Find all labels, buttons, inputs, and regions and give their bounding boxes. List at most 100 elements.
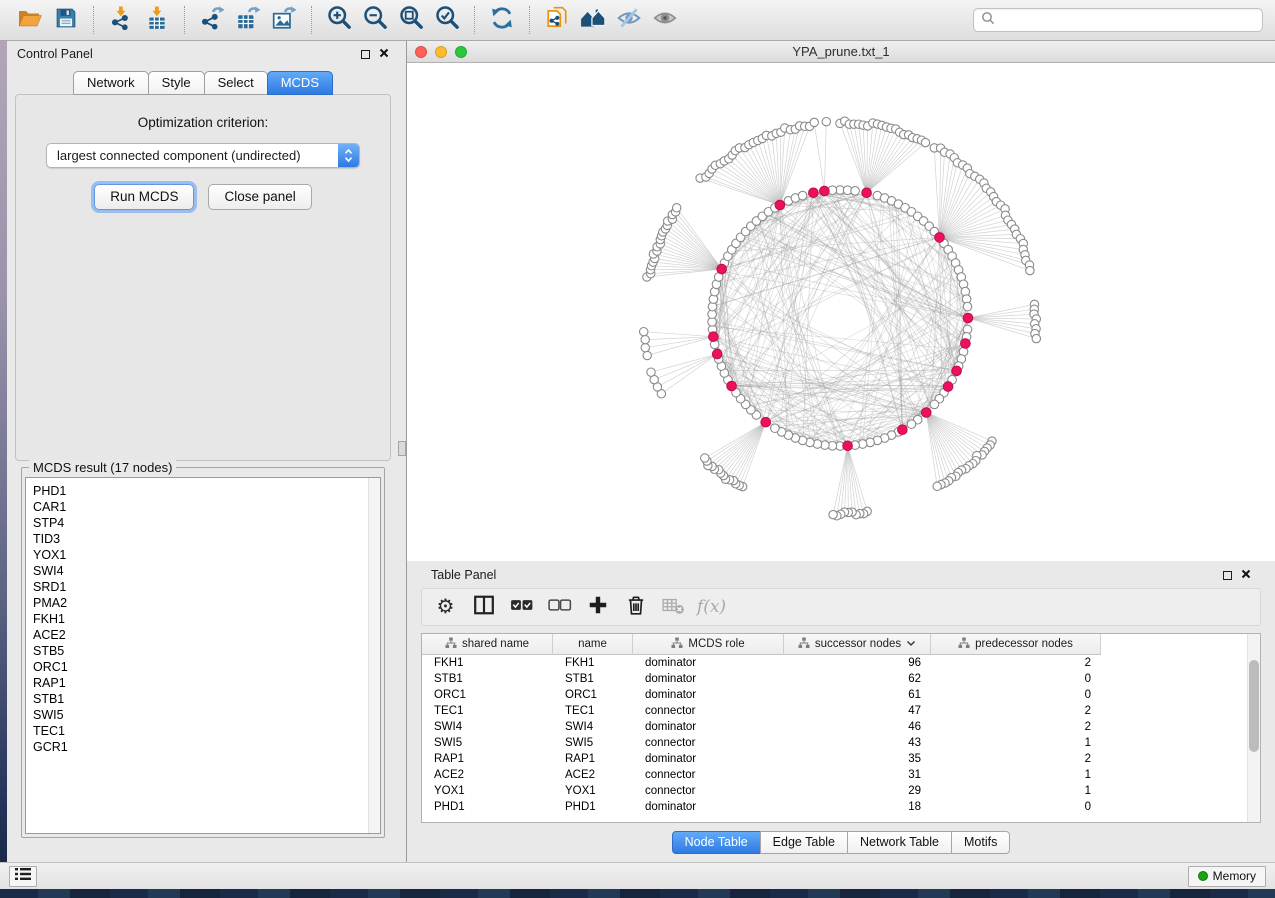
table-row[interactable]: PHD1PHD1dominator180: [422, 799, 1260, 815]
search-input[interactable]: [1000, 13, 1255, 27]
zoom-in-button[interactable]: [321, 3, 357, 37]
tab-style[interactable]: Style: [148, 71, 205, 95]
node-table[interactable]: shared namenameMCDS rolesuccessor nodesp…: [421, 633, 1261, 823]
float-panel-icon[interactable]: [361, 50, 370, 59]
new-network-from-selection-button[interactable]: [539, 3, 575, 37]
deselect-all-rows-button[interactable]: [543, 592, 576, 622]
graph-hub-node[interactable]: [961, 339, 971, 349]
table-settings-button[interactable]: ⚙: [429, 592, 462, 622]
show-all-button[interactable]: [647, 3, 683, 37]
mcds-result-node[interactable]: FKH1: [33, 611, 380, 627]
tab-motifs[interactable]: Motifs: [951, 831, 1010, 854]
graph-leaf-node[interactable]: [643, 351, 651, 359]
graph-hub-node[interactable]: [820, 186, 830, 196]
toggle-columns-button[interactable]: [467, 592, 500, 622]
mcds-result-node[interactable]: SRD1: [33, 579, 380, 595]
graph-node[interactable]: [930, 400, 939, 409]
tab-network-table[interactable]: Network Table: [847, 831, 952, 854]
search-box[interactable]: [973, 8, 1263, 32]
zoom-out-button[interactable]: [357, 3, 393, 37]
graph-leaf-node[interactable]: [921, 138, 929, 146]
column-header-predecessor-nodes[interactable]: predecessor nodes: [931, 634, 1101, 655]
mcds-result-node[interactable]: PMA2: [33, 595, 380, 611]
close-panel-button[interactable]: Close panel: [208, 184, 311, 210]
add-button[interactable]: [581, 592, 614, 622]
column-header-successor-nodes[interactable]: successor nodes: [784, 634, 931, 655]
graph-hub-node[interactable]: [943, 382, 953, 392]
graph-leaf-node[interactable]: [1032, 334, 1040, 342]
mcds-result-node[interactable]: CAR1: [33, 499, 380, 515]
graph-hub-node[interactable]: [922, 408, 932, 418]
first-neighbors-button[interactable]: [575, 3, 611, 37]
graph-hub-node[interactable]: [935, 233, 945, 243]
panel-divider-handle[interactable]: [398, 441, 406, 456]
mcds-result-node[interactable]: STP4: [33, 515, 380, 531]
column-header-shared-name[interactable]: shared name: [422, 634, 553, 655]
graph-hub-node[interactable]: [809, 188, 819, 198]
mac-close-icon[interactable]: [415, 46, 427, 58]
export-table-button[interactable]: [230, 3, 266, 37]
mcds-result-node[interactable]: STB1: [33, 691, 380, 707]
zoom-fit-content-button[interactable]: [393, 3, 429, 37]
mcds-result-scrollbar[interactable]: [368, 478, 380, 833]
table-row[interactable]: STB1STB1dominator620: [422, 671, 1260, 687]
network-graph[interactable]: [407, 63, 1275, 561]
save-session-button[interactable]: [48, 3, 84, 37]
graph-hub-node[interactable]: [709, 332, 719, 342]
graph-hub-node[interactable]: [717, 264, 727, 274]
graph-leaf-node[interactable]: [641, 335, 649, 343]
graph-leaf-node[interactable]: [933, 482, 941, 490]
tab-mcds[interactable]: MCDS: [267, 71, 333, 95]
graph-leaf-node[interactable]: [647, 368, 655, 376]
graph-hub-node[interactable]: [843, 441, 853, 451]
tab-node-table[interactable]: Node Table: [672, 831, 761, 854]
tab-edge-table[interactable]: Edge Table: [760, 831, 848, 854]
mcds-result-node[interactable]: TEC1: [33, 723, 380, 739]
table-scrollbar[interactable]: [1247, 634, 1260, 822]
mcds-result-node[interactable]: ORC1: [33, 659, 380, 675]
hide-selected-button[interactable]: [611, 3, 647, 37]
graph-hub-node[interactable]: [761, 417, 771, 427]
mcds-result-node[interactable]: SWI5: [33, 707, 380, 723]
network-window-titlebar[interactable]: YPA_prune.txt_1: [407, 41, 1275, 63]
task-history-button[interactable]: [9, 866, 37, 887]
graph-leaf-node[interactable]: [641, 344, 649, 352]
table-row[interactable]: YOX1YOX1connector291: [422, 783, 1260, 799]
graph-hub-node[interactable]: [898, 425, 908, 435]
table-row[interactable]: RAP1RAP1dominator352: [422, 751, 1260, 767]
graph-leaf-node[interactable]: [810, 118, 818, 126]
select-all-rows-button[interactable]: [505, 592, 538, 622]
graph-node[interactable]: [798, 191, 807, 200]
table-scrollbar-thumb[interactable]: [1249, 660, 1259, 752]
graph-hub-node[interactable]: [712, 349, 722, 359]
float-table-panel-icon[interactable]: [1223, 571, 1232, 580]
graph-node[interactable]: [963, 302, 972, 311]
graph-node[interactable]: [851, 187, 860, 196]
table-row[interactable]: FKH1FKH1dominator962: [422, 655, 1260, 671]
tab-select[interactable]: Select: [204, 71, 268, 95]
import-table-from-file-button[interactable]: [139, 3, 175, 37]
mcds-result-node[interactable]: RAP1: [33, 675, 380, 691]
open-session-button[interactable]: [12, 3, 48, 37]
graph-node[interactable]: [907, 420, 916, 429]
graph-leaf-node[interactable]: [1026, 266, 1034, 274]
close-panel-icon[interactable]: [379, 47, 389, 61]
graph-leaf-node[interactable]: [829, 510, 837, 518]
graph-hub-node[interactable]: [775, 200, 785, 210]
memory-button[interactable]: Memory: [1188, 866, 1266, 887]
tab-network[interactable]: Network: [73, 71, 149, 95]
mac-zoom-icon[interactable]: [455, 46, 467, 58]
graph-leaf-node[interactable]: [822, 118, 830, 126]
graph-hub-node[interactable]: [963, 313, 973, 323]
column-header-name[interactable]: name: [553, 634, 633, 655]
apply-preferred-layout-button[interactable]: [484, 3, 520, 37]
close-table-panel-icon[interactable]: [1241, 568, 1251, 582]
graph-leaf-node[interactable]: [673, 204, 681, 212]
graph-hub-node[interactable]: [727, 381, 737, 391]
mcds-result-list[interactable]: PHD1CAR1STP4TID3YOX1SWI4SRD1PMA2FKH1ACE2…: [25, 477, 381, 834]
export-image-button[interactable]: [266, 3, 302, 37]
graph-leaf-node[interactable]: [701, 454, 709, 462]
graph-node[interactable]: [771, 424, 780, 433]
table-row[interactable]: TEC1TEC1connector472: [422, 703, 1260, 719]
mcds-result-node[interactable]: TID3: [33, 531, 380, 547]
